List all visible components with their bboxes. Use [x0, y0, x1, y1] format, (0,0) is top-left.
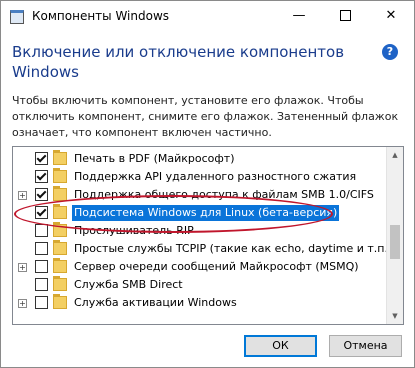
ok-button[interactable]: ОК [244, 335, 317, 357]
feature-checkbox[interactable] [35, 224, 48, 237]
feature-row[interactable]: + Служба активации Windows [13, 294, 385, 312]
vertical-scrollbar[interactable]: ▲ ▼ [386, 147, 403, 324]
scroll-thumb[interactable] [390, 225, 400, 259]
feature-label: Сервер очереди сообщений Майкрософт (MSM… [74, 260, 359, 273]
cancel-button[interactable]: Отмена [329, 335, 402, 357]
maximize-button[interactable] [322, 1, 368, 32]
feature-checkbox[interactable] [35, 260, 48, 273]
folder-icon [53, 150, 67, 165]
features-list: Печать в PDF (Майкрософт) Поддержка API у… [13, 150, 392, 312]
feature-checkbox[interactable] [35, 242, 48, 255]
feature-row[interactable]: Печать в PDF (Майкрософт) [13, 150, 385, 168]
feature-label: Служба активации Windows [74, 296, 237, 309]
close-button[interactable]: ✕ [368, 1, 414, 32]
folder-icon [53, 294, 67, 309]
checkmark-icon [36, 152, 47, 163]
expand-icon[interactable]: + [18, 263, 27, 272]
feature-label: Прослушиватель RIP [74, 224, 194, 237]
maximize-icon [339, 10, 351, 21]
help-icon[interactable]: ? [382, 44, 398, 60]
window-title: Компоненты Windows [32, 9, 170, 23]
folder-icon [53, 168, 67, 183]
checkmark-icon [36, 170, 47, 181]
scroll-down-icon[interactable]: ▼ [387, 308, 403, 324]
scroll-up-icon[interactable]: ▲ [387, 147, 403, 163]
checkmark-icon [36, 188, 47, 199]
feature-label: Простые службы TCPIP (такие как echo, da… [74, 242, 393, 255]
features-tree[interactable]: Печать в PDF (Майкрософт) Поддержка API у… [12, 146, 404, 325]
dialog-window: Компоненты Windows — ✕ Включение или отк… [0, 0, 415, 368]
expand-icon[interactable]: + [18, 299, 27, 308]
feature-row[interactable]: + Поддержка общего доступа к файлам SMB 1… [13, 186, 385, 204]
minimize-button[interactable]: — [276, 1, 322, 32]
feature-label: Подсистема Windows для Linux (бета-верси… [72, 205, 340, 221]
feature-row[interactable]: Подсистема Windows для Linux (бета-верси… [13, 204, 385, 222]
feature-row[interactable]: Прослушиватель RIP [13, 222, 385, 240]
windows-features-icon [10, 10, 24, 24]
folder-icon [53, 258, 67, 273]
folder-icon [53, 276, 67, 291]
feature-row[interactable]: Простые службы TCPIP (такие как echo, da… [13, 240, 392, 258]
checkmark-icon [36, 206, 47, 217]
feature-checkbox[interactable] [35, 188, 48, 201]
feature-row[interactable]: + Сервер очереди сообщений Майкрософт (MS… [13, 258, 385, 276]
feature-checkbox[interactable] [35, 296, 48, 309]
folder-icon [53, 204, 67, 219]
feature-checkbox[interactable] [35, 152, 48, 165]
feature-row[interactable]: Поддержка API удаленного разностного сжа… [13, 168, 385, 186]
feature-row[interactable]: Служба SMB Direct [13, 276, 385, 294]
feature-checkbox[interactable] [35, 206, 48, 219]
title-bar[interactable]: Компоненты Windows — ✕ [1, 1, 414, 32]
feature-label: Служба SMB Direct [74, 278, 183, 291]
folder-icon [53, 222, 67, 237]
folder-icon [53, 186, 67, 201]
description-text: Чтобы включить компонент, установите его… [12, 94, 399, 139]
page-heading: Включение или отключение компонентов Win… [12, 43, 345, 81]
feature-label: Поддержка общего доступа к файлам SMB 1.… [74, 188, 374, 201]
folder-icon [53, 240, 67, 255]
feature-label: Печать в PDF (Майкрософт) [74, 152, 235, 165]
feature-checkbox[interactable] [35, 170, 48, 183]
expand-icon[interactable]: + [18, 191, 27, 200]
feature-checkbox[interactable] [35, 278, 48, 291]
feature-label: Поддержка API удаленного разностного сжа… [74, 170, 357, 183]
